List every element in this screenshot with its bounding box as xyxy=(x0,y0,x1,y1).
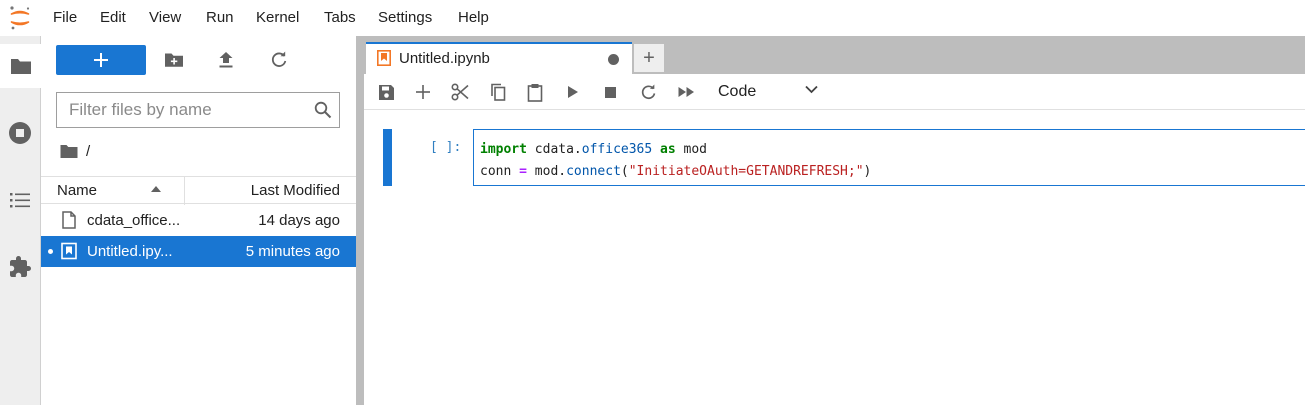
breadcrumb-root[interactable]: / xyxy=(86,143,90,160)
run-icon xyxy=(568,86,578,98)
column-modified-header[interactable]: Last Modified xyxy=(251,182,340,199)
add-tab-button[interactable]: + xyxy=(634,44,664,72)
toc-tab[interactable] xyxy=(0,178,40,222)
file-list-header: Name Last Modified xyxy=(41,176,356,205)
menu-tabs[interactable]: Tabs xyxy=(324,9,356,26)
column-name-header[interactable]: Name xyxy=(57,182,97,199)
copy-button[interactable] xyxy=(487,82,507,102)
cut-button[interactable] xyxy=(450,82,470,102)
search-icon xyxy=(314,101,332,119)
file-row[interactable]: cdata_office... 14 days ago xyxy=(41,205,356,236)
cut-icon xyxy=(451,83,469,101)
stop-icon xyxy=(604,86,616,98)
extension-tab[interactable] xyxy=(0,245,40,289)
menu-kernel[interactable]: Kernel xyxy=(256,9,299,26)
unsaved-dot-icon[interactable] xyxy=(608,54,619,65)
main-area: Untitled.ipynb + Code []: import cdata.… xyxy=(364,36,1305,405)
paste-button[interactable] xyxy=(525,82,545,102)
run-all-icon xyxy=(678,87,694,97)
file-browser-tab[interactable] xyxy=(0,44,41,88)
filter-files-input[interactable] xyxy=(57,93,307,127)
file-name: cdata_office... xyxy=(87,212,181,229)
file-name: Untitled.ipy... xyxy=(87,243,173,260)
upload-icon xyxy=(219,52,233,68)
insert-cell-button[interactable] xyxy=(413,82,433,102)
new-folder-button[interactable] xyxy=(164,50,184,70)
notebook-icon xyxy=(61,242,77,260)
refresh-icon xyxy=(271,51,287,67)
home-folder-icon[interactable] xyxy=(60,144,78,159)
run-button[interactable] xyxy=(563,82,583,102)
menu-file[interactable]: File xyxy=(53,9,77,26)
notebook-icon xyxy=(377,50,391,66)
plus-icon xyxy=(94,53,108,67)
refresh-button[interactable] xyxy=(269,50,289,70)
running-icon xyxy=(9,122,31,144)
menu-settings[interactable]: Settings xyxy=(378,9,432,26)
menu-help[interactable]: Help xyxy=(458,9,489,26)
code-cell-editor[interactable]: import cdata.office365 as mod conn = mod.… xyxy=(473,129,1305,186)
add-cell-icon xyxy=(416,85,430,99)
file-modified: 5 minutes ago xyxy=(245,243,340,260)
interrupt-button[interactable] xyxy=(600,82,620,102)
code-line-2: conn = mod.connect("InitiateOAuth=GETAND… xyxy=(480,164,872,179)
code-content[interactable]: import cdata.office365 as mod conn = mod.… xyxy=(480,139,871,183)
file-modified: 14 days ago xyxy=(258,212,340,229)
column-divider[interactable] xyxy=(184,177,185,205)
tab-title: Untitled.ipynb xyxy=(399,50,490,67)
new-folder-icon xyxy=(165,53,183,67)
chevron-down-icon xyxy=(805,85,818,94)
panel-splitter[interactable] xyxy=(356,36,364,405)
paste-icon xyxy=(527,83,543,102)
save-icon xyxy=(378,84,394,100)
toc-icon xyxy=(10,193,30,208)
sort-ascending-icon xyxy=(151,186,161,192)
file-icon xyxy=(62,211,76,229)
notebook-toolbar: Code xyxy=(364,74,1305,110)
copy-icon xyxy=(490,83,505,101)
cell-type-value: Code xyxy=(718,83,757,100)
restart-button[interactable] xyxy=(638,82,658,102)
activity-bar xyxy=(0,36,41,405)
cell-type-dropdown[interactable]: Code xyxy=(718,80,818,104)
tab-bar: Untitled.ipynb + xyxy=(364,36,1305,74)
file-browser-panel: / Name Last Modified cdata_office... 14 … xyxy=(41,36,356,405)
menu-view[interactable]: View xyxy=(149,9,181,26)
cell-input-prompt: [ ]: xyxy=(430,140,462,155)
save-button[interactable] xyxy=(376,82,396,102)
menu-run[interactable]: Run xyxy=(206,9,234,26)
filter-box xyxy=(56,92,340,128)
menu-edit[interactable]: Edit xyxy=(100,9,126,26)
new-launcher-button[interactable] xyxy=(56,45,146,75)
menu-bar: File Edit View Run Kernel Tabs Settings … xyxy=(0,0,1305,36)
file-row-selected[interactable]: Untitled.ipy... 5 minutes ago xyxy=(41,236,356,267)
active-cell-indicator[interactable] xyxy=(383,129,392,186)
running-tab[interactable] xyxy=(0,111,40,155)
restart-icon xyxy=(641,83,655,99)
jupyter-logo-icon xyxy=(10,6,30,30)
code-line-1: import cdata.office365 as mod xyxy=(480,142,708,157)
tab-untitled-notebook[interactable]: Untitled.ipynb xyxy=(366,42,632,74)
extension-icon xyxy=(10,256,31,277)
upload-button[interactable] xyxy=(216,50,236,70)
restart-run-all-button[interactable] xyxy=(676,82,696,102)
breadcrumb: / xyxy=(60,142,90,160)
running-indicator-icon xyxy=(48,249,53,254)
folder-icon xyxy=(10,59,31,74)
